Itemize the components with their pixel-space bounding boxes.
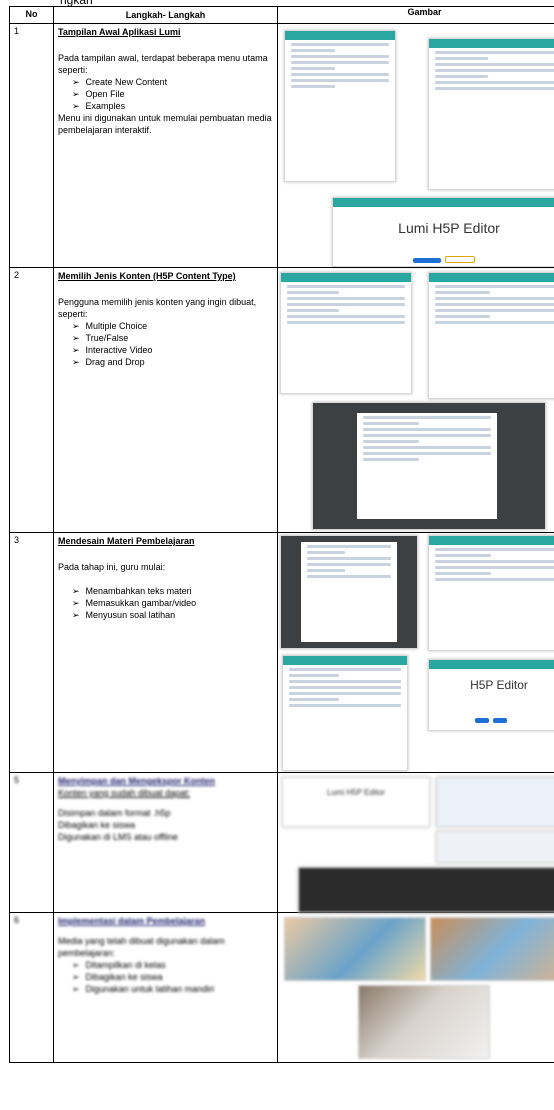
list-item: Interactive Video xyxy=(72,344,273,356)
step-cell: Menyimpan dan Mengekspor Konten Konten y… xyxy=(53,772,278,913)
screenshot-thumbnail xyxy=(284,30,396,182)
step-title: Menyimpan dan Mengekspor Konten xyxy=(58,776,216,786)
step-bullets: Menambahkan teks materi Memasukkan gamba… xyxy=(58,585,273,621)
tablet-photo xyxy=(358,985,490,1059)
table-row: 1 Tampilan Awal Aplikasi Lumi Pada tampi… xyxy=(9,23,554,268)
table-row: 2 Memilih Jenis Konten (H5P Content Type… xyxy=(9,267,554,533)
list-item: Digunakan untuk latihan mandiri xyxy=(72,983,273,995)
table-row: 6 Implementasi dalam Pembelajaran Media … xyxy=(9,912,554,1063)
row-number: 5 xyxy=(9,772,54,913)
classroom-photo xyxy=(430,917,554,981)
list-item: Create New Content xyxy=(72,76,273,88)
screenshot-thumbnail xyxy=(436,777,554,827)
step-line: Dibagikan ke siswa xyxy=(58,820,136,830)
thumbnail-title: Lumi H5P Editor xyxy=(326,788,386,797)
step-bullets: Multiple Choice True/False Interactive V… xyxy=(58,320,273,368)
header-no: No xyxy=(9,6,54,24)
step-cell: Memilih Jenis Konten (H5P Content Type) … xyxy=(53,267,278,533)
thumbnail-title: Lumi H5P Editor xyxy=(398,220,500,236)
step-intro: Pada tampilan awal, terdapat beberapa me… xyxy=(58,53,268,75)
step-cell: Implementasi dalam Pembelajaran Media ya… xyxy=(53,912,278,1063)
step-cell: Mendesain Materi Pembelajaran Pada tahap… xyxy=(53,532,278,773)
step-title: Mendesain Materi Pembelajaran xyxy=(58,536,195,546)
screenshot-thumbnail xyxy=(282,655,408,771)
image-cell: Lumi H5P Editor xyxy=(277,772,554,913)
step-title: Tampilan Awal Aplikasi Lumi xyxy=(58,27,181,37)
step-bullets: Create New Content Open File Examples xyxy=(58,76,273,112)
list-item: Menambahkan teks materi xyxy=(72,585,273,597)
list-item: True/False xyxy=(72,332,273,344)
step-intro: Konten yang sudah dibuat dapat: xyxy=(58,788,191,798)
row-number: 6 xyxy=(9,912,54,1063)
screenshot-thumbnail xyxy=(280,535,418,649)
screenshot-thumbnail xyxy=(298,867,554,913)
list-item: Memasukkan gambar/video xyxy=(72,597,273,609)
step-outro: Menu ini digunakan untuk memulai pembuat… xyxy=(58,113,272,135)
list-item: Menyusun soal latihan xyxy=(72,609,273,621)
screenshot-thumbnail: Lumi H5P Editor xyxy=(282,777,430,827)
screenshot-thumbnail xyxy=(280,272,412,394)
list-item: Dibagikan ke siswa xyxy=(72,971,273,983)
table-header-row: No Langkah- Langkah Gambar xyxy=(9,6,554,24)
step-cell: Tampilan Awal Aplikasi Lumi Pada tampila… xyxy=(53,23,278,268)
image-cell xyxy=(277,267,554,533)
image-cell: H5P Editor xyxy=(277,532,554,773)
step-intro: Pada tahap ini, guru mulai: xyxy=(58,562,166,572)
classroom-photo xyxy=(284,917,426,981)
image-cell xyxy=(277,912,554,1063)
screenshot-thumbnail xyxy=(428,535,554,651)
table-row: 5 Menyimpan dan Mengekspor Konten Konten… xyxy=(9,772,554,913)
step-bullets: Ditampilkan di kelas Dibagikan ke siswa … xyxy=(58,959,273,995)
screenshot-thumbnail xyxy=(428,272,554,399)
screenshot-thumbnail xyxy=(428,38,554,190)
list-item: Multiple Choice xyxy=(72,320,273,332)
step-title: Implementasi dalam Pembelajaran xyxy=(58,916,206,926)
step-line: Digunakan di LMS atau offline xyxy=(58,832,178,842)
steps-table: No Langkah- Langkah Gambar 1 Tampilan Aw… xyxy=(9,6,554,1063)
step-intro: Media yang telah dibuat digunakan dalam … xyxy=(58,936,225,958)
row-number: 1 xyxy=(9,23,54,268)
screenshot-thumbnail: H5P Editor xyxy=(428,659,554,731)
screenshot-thumbnail xyxy=(312,402,546,530)
step-title: Memilih Jenis Konten (H5P Content Type) xyxy=(58,271,236,281)
header-steps: Langkah- Langkah xyxy=(53,6,278,24)
step-line: Disimpan dalam format .h5p xyxy=(58,808,171,818)
header-image: Gambar xyxy=(277,6,554,24)
list-item: Drag and Drop xyxy=(72,356,273,368)
list-item: Ditampilkan di kelas xyxy=(72,959,273,971)
thumbnail-title: H5P Editor xyxy=(470,678,528,692)
screenshot-thumbnail xyxy=(436,831,554,863)
table-row: 3 Mendesain Materi Pembelajaran Pada tah… xyxy=(9,532,554,773)
screenshot-thumbnail: Lumi H5P Editor xyxy=(332,197,554,267)
list-item: Examples xyxy=(72,100,273,112)
step-intro: Pengguna memilih jenis konten yang ingin… xyxy=(58,297,257,319)
image-cell: Lumi H5P Editor xyxy=(277,23,554,268)
row-number: 2 xyxy=(9,267,54,533)
list-item: Open File xyxy=(72,88,273,100)
row-number: 3 xyxy=(9,532,54,773)
